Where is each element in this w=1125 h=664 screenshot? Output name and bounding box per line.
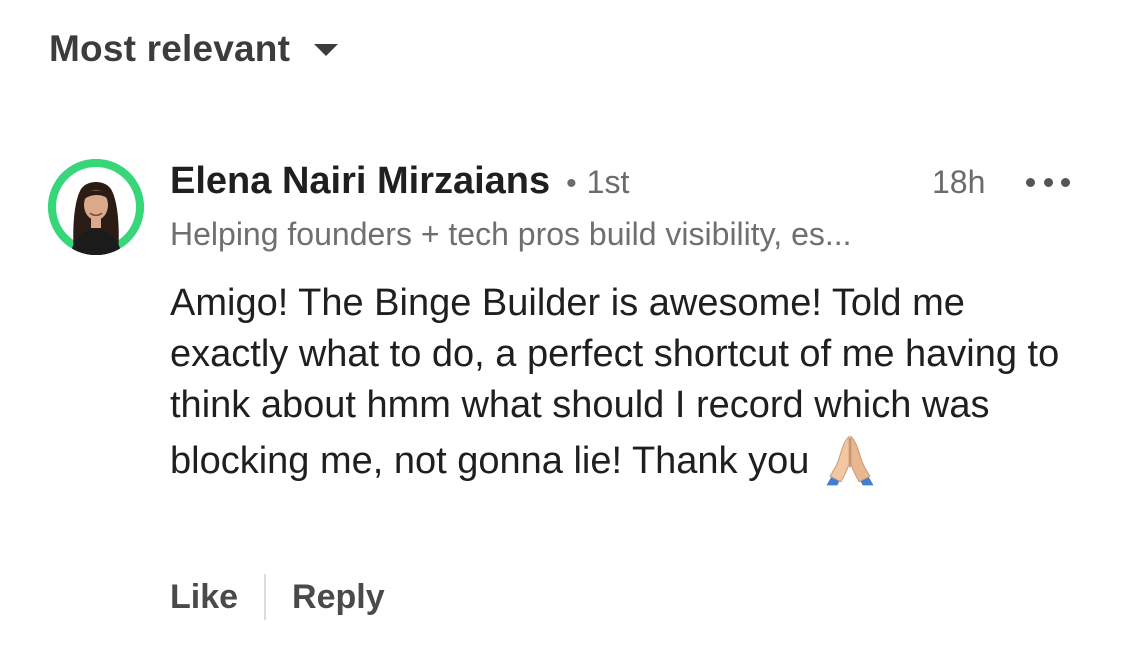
connection-degree: 1st — [586, 164, 630, 200]
avatar-photo — [48, 159, 144, 255]
comment-item: Elena Nairi Mirzaians • 1st 18h Helping … — [0, 150, 1125, 650]
more-dot — [1026, 178, 1035, 187]
author-name[interactable]: Elena Nairi Mirzaians — [170, 160, 550, 203]
avatar[interactable] — [48, 159, 144, 255]
like-button[interactable]: Like — [170, 578, 238, 617]
sort-dropdown[interactable]: Most relevant — [49, 28, 339, 70]
reply-button[interactable]: Reply — [292, 578, 385, 617]
more-dot — [1061, 178, 1070, 187]
separator-dot: • — [566, 167, 577, 200]
folded-hands-icon — [826, 435, 874, 486]
action-divider — [264, 574, 267, 620]
comment-timestamp: 18h — [932, 164, 986, 200]
more-dot — [1043, 178, 1053, 187]
sort-label: Most relevant — [49, 28, 291, 69]
comment-body: Amigo! The Binge Builder is awesome! Tol… — [170, 278, 1090, 489]
chevron-down-icon — [314, 44, 339, 56]
comment-text: Amigo! The Binge Builder is awesome! Tol… — [170, 282, 1060, 482]
author-line: Elena Nairi Mirzaians • 1st — [170, 160, 629, 203]
comment-actions: Like Reply — [170, 574, 385, 620]
more-options-icon[interactable] — [1026, 178, 1070, 188]
author-headline: Helping founders + tech pros build visib… — [170, 216, 852, 252]
